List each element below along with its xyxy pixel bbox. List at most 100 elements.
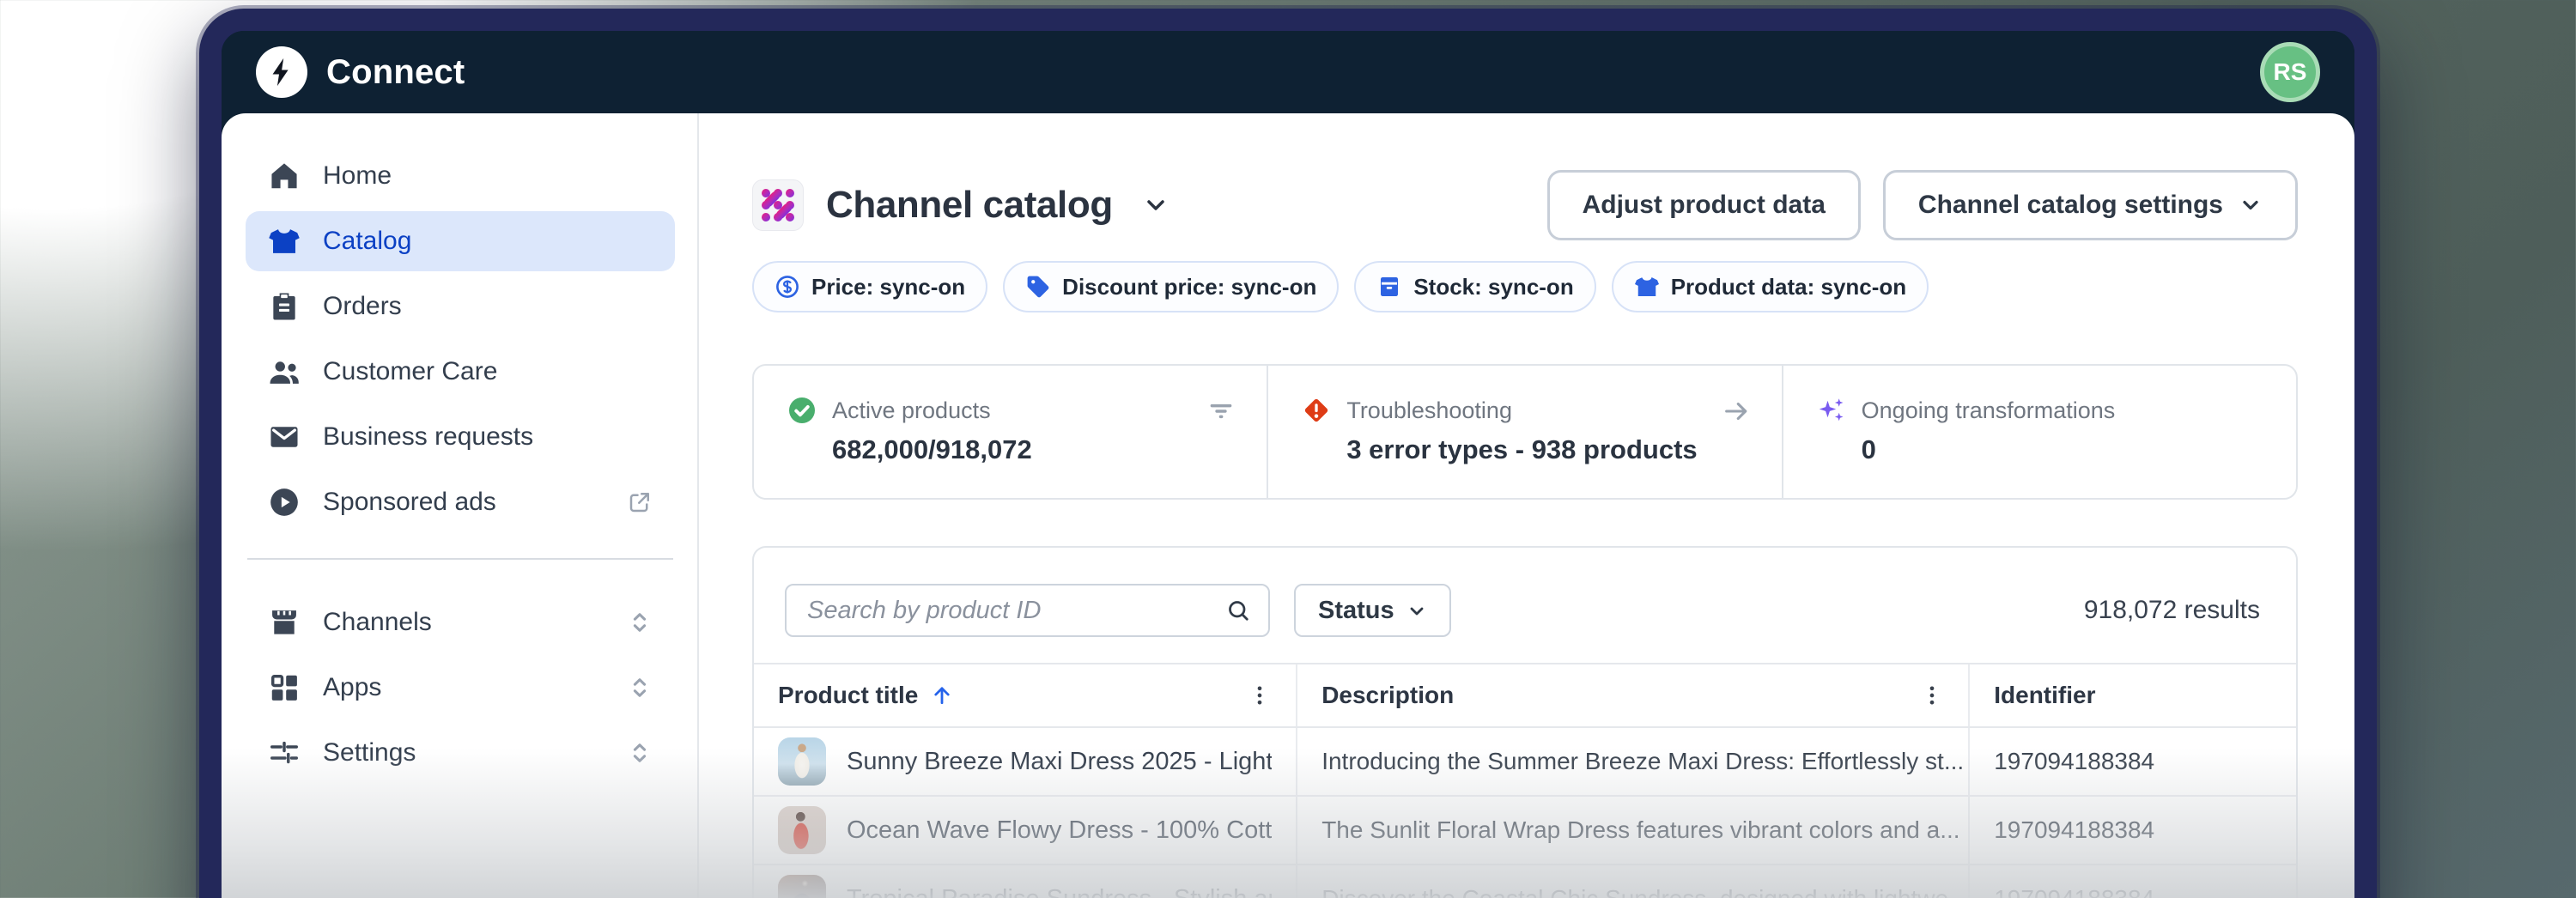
column-menu-icon[interactable] [1920,683,1944,707]
table-row[interactable]: Tropical Paradise Sundress - Stylish an.… [754,865,2296,898]
home-icon [268,160,301,192]
stat-active-products[interactable]: Active products 682,000/918,072 [754,366,1267,498]
sidebar-item-sponsored-ads[interactable]: Sponsored ads [246,472,675,532]
shirt-icon [1634,274,1660,300]
badge-label: Discount price: sync-on [1062,274,1316,300]
adjust-product-data-button[interactable]: Adjust product data [1547,170,1861,240]
badge-price-sync[interactable]: Price: sync-on [752,261,987,312]
arrow-right-icon[interactable] [1722,397,1751,426]
sidebar-item-business-requests[interactable]: Business requests [246,407,675,467]
results-count: 918,072 results [2084,596,2265,625]
topbar: Connect RS [222,31,2354,113]
sliders-icon [268,737,301,769]
sidebar-item-label: Sponsored ads [323,488,496,517]
table-row[interactable]: Ocean Wave Flowy Dress - 100% Cotto... T… [754,796,2296,865]
product-title: Sunny Breeze Maxi Dress 2025 - Light... [847,748,1272,776]
user-avatar[interactable]: RS [2260,42,2320,102]
sidebar-item-label: Channels [323,608,432,637]
stat-label: Ongoing transformations [1862,397,2116,424]
sidebar-item-label: Business requests [323,422,533,452]
stat-value: 682,000/918,072 [832,434,1234,465]
app-logo [256,46,307,98]
mail-icon [268,421,301,453]
sidebar-item-label: Orders [323,292,402,321]
sidebar-item-label: Catalog [323,227,411,256]
filter-icon[interactable] [1206,397,1236,426]
stat-ongoing-transformations[interactable]: Ongoing transformations 0 [1782,366,2296,498]
stat-value: 0 [1862,434,2263,465]
column-menu-icon[interactable] [1248,683,1272,707]
clipboard-icon [268,290,301,323]
column-header-product-title[interactable]: Product title [754,664,1297,727]
check-circle-icon [787,395,817,426]
sidebar-item-apps[interactable]: Apps [246,658,675,718]
table-toolbar: Status 918,072 results [754,548,2296,663]
column-label: Product title [778,682,918,709]
channel-catalog-settings-button[interactable]: Channel catalog settings [1883,170,2298,240]
sync-badges: Price: sync-on Discount price: sync-on S… [752,261,2298,312]
stat-label: Troubleshooting [1346,397,1512,424]
product-description: The Sunlit Floral Wrap Dress features vi… [1297,796,1969,865]
people-icon [268,355,301,388]
stat-troubleshooting[interactable]: Troubleshooting 3 error types - 938 prod… [1267,366,1781,498]
sidebar-item-label: Apps [323,673,381,702]
unfold-chevrons-icon[interactable] [627,675,653,701]
product-description: Introducing the Summer Breeze Maxi Dress… [1297,727,1969,796]
status-filter-label: Status [1318,597,1394,625]
sidebar-item-customer-care[interactable]: Customer Care [246,342,675,402]
sidebar-divider [247,558,673,560]
app-name: Connect [326,53,465,92]
products-table-card: Status 918,072 results Product title [752,546,2298,898]
channel-selector[interactable]: Channel catalog [752,179,1170,231]
sidebar-item-settings[interactable]: Settings [246,723,675,783]
table-row[interactable]: Sunny Breeze Maxi Dress 2025 - Light... … [754,727,2296,796]
button-label: Adjust product data [1583,191,1826,220]
badge-label: Price: sync-on [811,274,965,300]
app-body: Home Catalog Orders Customer Care Busine… [222,113,2354,898]
product-identifier: 197094188384 [1969,796,2296,865]
search-box [785,584,1270,637]
storefront-icon [268,606,301,639]
search-icon[interactable] [1225,598,1251,623]
column-header-identifier[interactable]: Identifier [1969,664,2296,727]
product-identifier: 197094188384 [1969,865,2296,898]
sort-ascending-icon[interactable] [930,683,954,707]
product-thumbnail [778,875,826,898]
unfold-chevrons-icon[interactable] [627,610,653,635]
unfold-chevrons-icon[interactable] [627,740,653,766]
sidebar-item-label: Settings [323,738,416,768]
column-header-description[interactable]: Description [1297,664,1969,727]
table-header-row: Product title Description [754,664,2296,727]
sidebar-item-catalog[interactable]: Catalog [246,211,675,271]
product-title: Tropical Paradise Sundress - Stylish an.… [847,885,1272,898]
channel-logo-icon [752,179,804,231]
chevron-down-icon [1406,600,1427,621]
header-actions: Adjust product data Channel catalog sett… [1547,170,2298,240]
product-thumbnail [778,806,826,854]
column-label: Description [1321,682,1454,709]
page-title: Channel catalog [826,184,1113,227]
page-header: Channel catalog Adjust product data Chan… [752,170,2298,240]
badge-stock-sync[interactable]: Stock: sync-on [1354,261,1595,312]
search-input[interactable] [807,597,1225,625]
column-label: Identifier [1994,682,2095,708]
chevron-down-icon[interactable] [1142,191,1170,219]
sidebar-item-channels[interactable]: Channels [246,592,675,652]
badge-discount-price-sync[interactable]: Discount price: sync-on [1003,261,1339,312]
button-label: Channel catalog settings [1918,191,2223,220]
badge-label: Stock: sync-on [1413,274,1573,300]
sidebar: Home Catalog Orders Customer Care Busine… [222,113,699,898]
status-filter-button[interactable]: Status [1294,584,1451,637]
sidebar-item-home[interactable]: Home [246,146,675,206]
warning-diamond-icon [1301,395,1332,426]
external-link-icon [627,489,653,515]
badge-label: Product data: sync-on [1671,274,1906,300]
badge-product-data-sync[interactable]: Product data: sync-on [1612,261,1929,312]
sparkles-icon [1816,395,1847,426]
product-description: Discover the Coastal Chic Sundress, desi… [1297,865,1969,898]
archive-box-icon [1376,274,1402,300]
sidebar-item-label: Home [323,161,392,191]
sidebar-item-orders[interactable]: Orders [246,276,675,337]
products-table: Product title Description [754,663,2296,898]
app-window: Connect RS Home Catalog Orders Customer … [199,9,2377,898]
